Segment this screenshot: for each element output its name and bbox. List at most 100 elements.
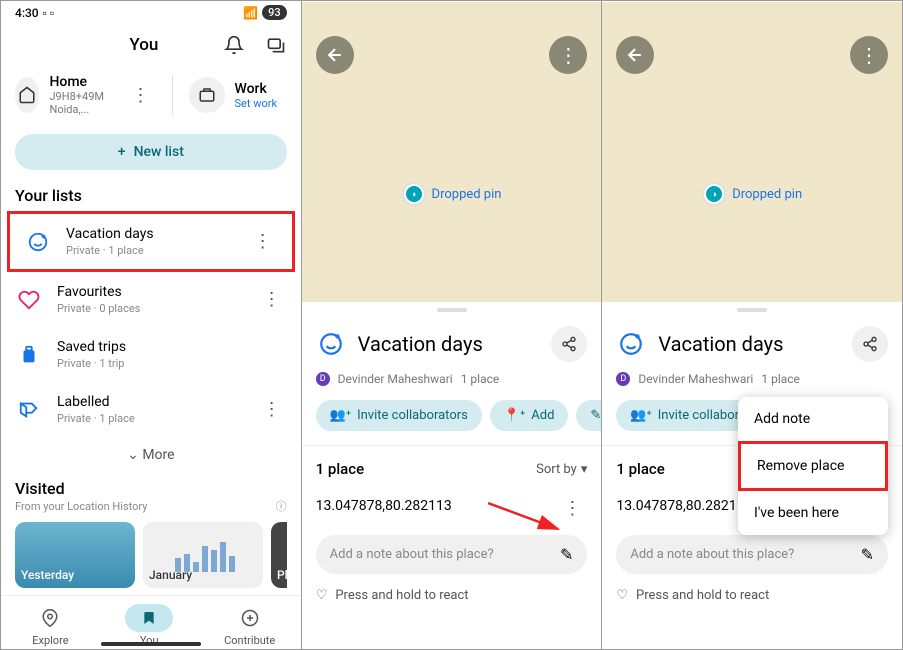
list-name: Vacation days [66, 226, 234, 242]
list-smiley-icon [316, 329, 346, 359]
owner-avatar: D [316, 372, 330, 386]
react-label: Press and hold to react [636, 588, 769, 603]
react-hint[interactable]: ♡ Press and hold to react [302, 580, 602, 611]
list-item-vacation-days[interactable]: Vacation days Private · 1 place ⋮ [10, 214, 292, 269]
visited-card-more[interactable]: Pla [271, 522, 287, 588]
place-coordinates[interactable]: 13.047878,80.282113 [616, 498, 752, 519]
menu-been-here[interactable]: I've been here [738, 491, 888, 535]
tab-header: You [1, 24, 301, 66]
sort-by-button[interactable]: Sort by ▾ [536, 462, 587, 477]
pin-icon: ◑ [402, 182, 426, 206]
owner-count: 1 place [461, 372, 500, 386]
info-icon[interactable]: ⓘ [276, 498, 287, 514]
list-item-saved-trips[interactable]: Saved trips Private · 1 trip [1, 327, 301, 382]
smiley-icon [24, 231, 52, 253]
panel-list-detail: 4:30 ▫ ▫ 📶 93 ⋮ ◑ Dropped pin Vacation d… [302, 1, 603, 649]
share-button[interactable] [852, 326, 888, 362]
dropped-pin-label: Dropped pin [732, 187, 802, 202]
place-more-icon[interactable]: ⋮ [557, 498, 587, 519]
invite-collaborators-chip[interactable]: 👥⁺ Invite collaborators [316, 400, 482, 431]
pin-icon [26, 604, 74, 632]
card-label: Pla [277, 568, 287, 582]
visited-card-january[interactable]: January [143, 522, 263, 588]
list-more-icon[interactable]: ⋮ [248, 231, 278, 252]
dropped-pin-label: Dropped pin [432, 187, 502, 202]
person-add-icon: 👥⁺ [330, 408, 351, 423]
owner-count: 1 place [761, 372, 800, 386]
list-more-icon[interactable]: ⋮ [257, 399, 287, 420]
list-sub: Private · 1 trip [57, 357, 287, 370]
plus-icon: + [118, 144, 126, 160]
notifications-icon[interactable] [223, 34, 245, 56]
list-more-icon[interactable]: ⋮ [257, 289, 287, 310]
add-note-field[interactable]: Add a note about this place? ✎ [616, 535, 888, 574]
pencil-icon: ✎ [560, 545, 573, 564]
share-button[interactable] [551, 326, 587, 362]
card-label: January [149, 568, 192, 582]
your-lists-title: Your lists [1, 180, 301, 211]
nav-you[interactable]: You [125, 604, 173, 647]
status-time: 4:30 [15, 6, 39, 20]
pencil-icon: ✎ [590, 408, 601, 423]
list-item-labelled[interactable]: Labelled Private · 1 place ⋮ [1, 382, 301, 437]
back-button[interactable] [616, 36, 654, 74]
person-add-icon: 👥⁺ [630, 408, 651, 423]
note-placeholder: Add a note about this place? [630, 547, 860, 562]
visited-sub: From your Location History [15, 500, 147, 513]
nav-label: Contribute [224, 634, 275, 647]
menu-add-note[interactable]: Add note [738, 397, 888, 441]
map-view[interactable]: ⋮ ◑ Dropped pin [602, 2, 902, 302]
place-context-menu: Add note Remove place I've been here [738, 397, 888, 535]
add-note-field[interactable]: Add a note about this place? ✎ [316, 535, 588, 574]
add-place-icon: 📍⁺ [504, 408, 525, 423]
list-item-favourites[interactable]: Favourites Private · 0 places ⋮ [1, 272, 301, 327]
battery-level: 93 [262, 5, 287, 20]
sort-label: Sort by [536, 462, 577, 477]
home-more-icon[interactable]: ⋮ [126, 85, 156, 106]
chip-label: Add [531, 408, 554, 423]
overflow-menu-button[interactable]: ⋮ [850, 36, 888, 74]
sheet-title: Vacation days [358, 332, 540, 356]
heart-icon [15, 289, 43, 311]
place-coordinates[interactable]: 13.047878,80.282113 [316, 498, 452, 519]
nav-contribute[interactable]: Contribute [224, 604, 275, 647]
new-list-button[interactable]: + New list [15, 134, 287, 170]
overflow-menu-button[interactable]: ⋮ [549, 36, 587, 74]
home-shortcut[interactable]: Home J9H8+49M Noida,... [15, 74, 116, 116]
gesture-handle [101, 642, 201, 646]
react-hint[interactable]: ♡ Press and hold to react [602, 580, 902, 611]
more-button[interactable]: ⌄ More [1, 437, 301, 473]
owner-avatar: D [616, 372, 630, 386]
bottom-nav: Explore You Contribute [1, 595, 301, 649]
sheet-handle[interactable] [737, 308, 767, 312]
menu-remove-place[interactable]: Remove place [738, 441, 888, 491]
sheet-title: Vacation days [658, 332, 840, 356]
caret-down-icon: ▾ [581, 462, 588, 477]
sheet-handle[interactable] [437, 308, 467, 312]
back-button[interactable] [316, 36, 354, 74]
visited-card-yesterday[interactable]: Yesterday [15, 522, 135, 588]
messages-icon[interactable] [265, 34, 287, 56]
home-work-row: Home J9H8+49M Noida,... ⋮ Work Set work [1, 66, 301, 124]
nav-label: Explore [32, 634, 68, 647]
divider [172, 75, 173, 115]
vdots-icon: ⋮ [859, 43, 879, 67]
work-shortcut[interactable]: Work Set work [189, 77, 287, 113]
plus-circle-icon [226, 604, 274, 632]
nav-explore[interactable]: Explore [26, 604, 74, 647]
add-chip[interactable]: 📍⁺ Add [490, 400, 569, 431]
list-name: Labelled [57, 394, 243, 410]
bookmark-icon [125, 604, 173, 632]
list-name: Favourites [57, 284, 243, 300]
list-sub: Private · 0 places [57, 302, 243, 315]
edit-chip[interactable]: ✎ Edit [576, 400, 602, 431]
vdots-icon: ⋮ [558, 43, 578, 67]
dropped-pin-marker[interactable]: ◑ Dropped pin [702, 182, 802, 206]
dropped-pin-marker[interactable]: ◑ Dropped pin [402, 182, 502, 206]
label-icon [15, 399, 43, 421]
luggage-icon [15, 344, 43, 366]
map-view[interactable]: ⋮ ◑ Dropped pin [302, 2, 602, 302]
list-sub: Private · 1 place [66, 244, 234, 257]
place-count: 1 place [616, 460, 664, 478]
set-work-link[interactable]: Set work [235, 97, 278, 110]
